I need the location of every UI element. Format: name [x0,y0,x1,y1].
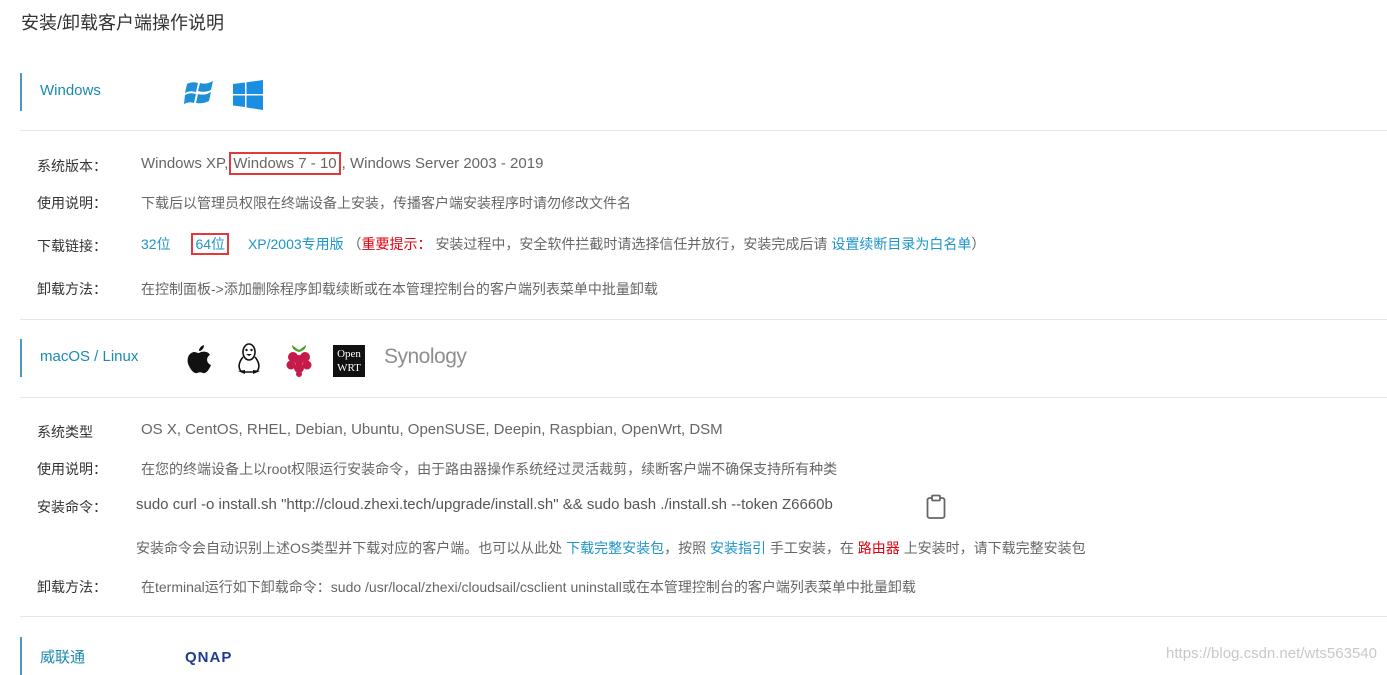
install-note-b: ，按照 [664,540,707,556]
synology-logo: Synology [384,345,467,368]
apple-icon [187,345,211,374]
windows-10-logo-icon [233,80,263,110]
version-label: 系统版本： [37,158,107,174]
whitelist-link[interactable]: 设置续断目录为白名单 [831,236,971,252]
version-xp: Windows XP, [141,155,229,172]
download-full-package-link[interactable]: 下载完整安装包 [566,540,664,556]
divider [20,616,1387,617]
raspberry-pi-icon [286,345,312,377]
version-server: , Windows Server 2003 - 2019 [341,155,544,172]
uninstall-text: 在控制面板->添加删除程序卸载续断或在本管理控制台的客户端列表菜单中批量卸载 [141,281,658,297]
download-32bit-link[interactable]: 32位 [141,236,171,252]
important-tip-label: 重要提示： [361,236,432,252]
linux-uninstall-text: 在terminal运行如下卸载命令：sudo /usr/local/zhexi/… [141,579,916,595]
download-64bit-link[interactable]: 64位 [191,233,230,255]
watermark: https://blog.csdn.net/wts563540 [1166,645,1377,662]
systems-text: OS X, CentOS, RHEL, Debian, Ubuntu, Open… [141,421,723,438]
clipboard-copy-icon[interactable] [925,494,947,520]
install-cmd-text[interactable]: sudo curl -o install.sh "http://cloud.zh… [136,496,833,513]
uninstall-label: 卸载方法： [37,281,107,297]
install-note-c: 手工安装，在 [769,540,854,556]
paren-open: （ [347,236,362,252]
systems-label: 系统类型 [37,424,93,440]
openwrt-icon: Open WRT [333,345,365,377]
qnap-logo: QNAP [185,649,233,666]
download-links: 32位 64位 XP/2003专用版 （重要提示： 安装过程中，安全软件拦截时请… [141,233,986,255]
divider [20,397,1387,398]
linux-uninstall-label: 卸载方法： [37,579,107,595]
version-value: Windows XP, Windows 7 - 10, Windows Serve… [141,152,544,175]
openwrt-text-open: Open [337,348,361,360]
windows-section-name: Windows [40,82,101,99]
download-xp-link[interactable]: XP/2003专用版 [248,236,344,252]
install-note-a: 安装命令会自动识别上述OS类型并下载对应的客户端。也可以从此处 [136,540,563,556]
usage-label: 使用说明： [37,195,107,211]
qnap-section-name: 威联通 [40,649,86,666]
install-guide-link[interactable]: 安装指引 [710,540,766,556]
mac-linux-section-name: macOS / Linux [40,348,139,365]
linux-usage-label: 使用说明： [37,461,107,477]
mac-linux-section-header: macOS / Linux [20,339,138,377]
install-note-d: 上安装时，请下载完整安装包 [903,540,1086,556]
paren-close: ） [971,236,986,252]
divider [20,319,1387,320]
linux-tux-icon [238,343,260,374]
download-label: 下载链接： [37,238,107,254]
install-note: 安装命令会自动识别上述OS类型并下载对应的客户端。也可以从此处 下载完整安装包，… [136,538,1086,558]
windows-section-header: Windows [20,73,101,111]
divider [20,130,1387,131]
page-title: 安装/卸载客户端操作说明 [21,13,224,33]
qnap-section-header: 威联通 [20,637,85,675]
openwrt-text-wrt: WRT [337,362,361,374]
important-tip-text: 安装过程中，安全软件拦截时请选择信任并放行，安装完成后请 [435,236,828,252]
windows-xp-flag-icon [184,81,213,104]
version-7-10-highlighted: Windows 7 - 10 [229,152,341,175]
linux-usage-text: 在您的终端设备上以root权限运行安装命令，由于路由器操作系统经过灵活裁剪，续断… [141,461,838,477]
install-cmd-label: 安装命令： [37,499,107,515]
usage-text: 下载后以管理员权限在终端设备上安装，传播客户端安装程序时请勿修改文件名 [141,195,631,211]
router-warning: 路由器 [857,540,900,556]
